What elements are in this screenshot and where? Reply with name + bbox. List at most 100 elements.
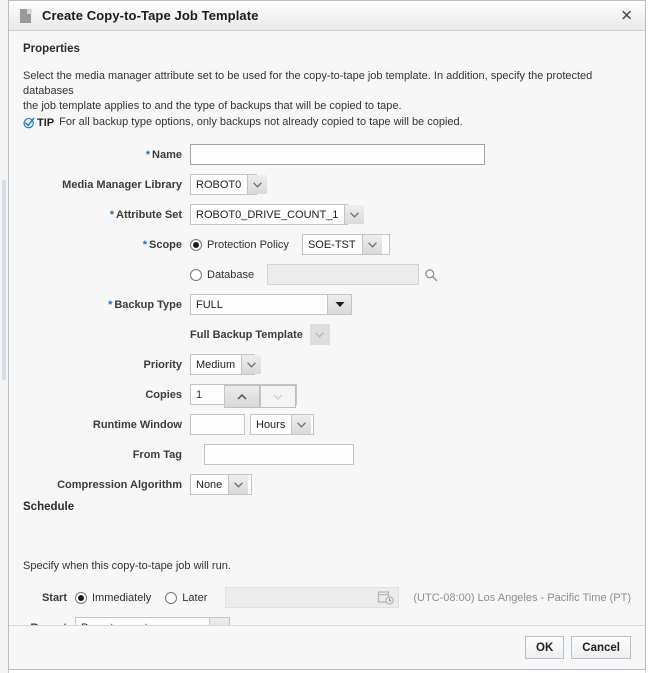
database-input[interactable] [267,264,420,285]
scope-database-spacer [23,269,190,281]
properties-section: Properties Select the media manager attr… [9,31,645,513]
backup-type-value: FULL [196,298,223,311]
cancel-button[interactable]: Cancel [571,636,631,659]
radio-selected-icon[interactable] [190,238,202,251]
full-backup-template-select[interactable] [309,324,330,345]
attribute-set-select[interactable]: ROBOT0_DRIVE_COUNT_1 [190,204,365,225]
dialog-title: Create Copy-to-Tape Job Template [42,8,259,23]
field-row-priority: Priority Medium [23,354,631,375]
copies-stepper[interactable]: 1 [190,384,297,408]
scope-radio-protection-policy[interactable]: Protection Policy [190,238,289,251]
tip-row: TIP For all backup type options, only ba… [23,115,631,130]
runtime-window-unit-value: Hours [256,418,286,431]
compression-algorithm-select[interactable]: None [190,474,252,495]
tip-label: TIP [37,116,55,129]
field-row-media-manager-library: Media Manager Library ROBOT0 [23,174,631,195]
field-row-start: Start Immediately Later (UTC-08:00) Los … [23,587,631,608]
media-manager-library-value: ROBOT0 [196,178,242,191]
repeat-label: Repeat [23,622,75,626]
scrollbar-thumb[interactable] [2,180,6,380]
ok-button[interactable]: OK [525,636,565,659]
runtime-window-input[interactable] [190,414,245,435]
from-tag-label: From Tag [132,448,182,461]
chevron-down-icon[interactable] [247,175,268,194]
priority-select[interactable]: Medium [190,354,262,375]
repeat-select[interactable]: Do not repeat [75,617,230,625]
protection-policy-select[interactable]: SOE-TST [301,234,390,255]
properties-description-line2: the job template applies to and the type… [23,100,402,112]
chevron-down-icon[interactable] [228,475,249,494]
create-copy-to-tape-job-template-dialog: Create Copy-to-Tape Job Template ✕ Prope… [8,0,646,670]
scope-database-label: Database [207,268,255,281]
field-row-backup-type: * Backup Type FULL [23,294,631,315]
repeat-value: Do not repeat [76,618,209,626]
chevron-down-icon[interactable] [361,235,382,254]
required-marker: * [109,208,114,221]
field-row-scope-database: Database [23,264,631,285]
field-row-scope-protection-policy: * Scope Protection Policy SOE-TST [23,234,631,255]
close-icon[interactable]: ✕ [620,8,633,23]
magnifier-icon[interactable] [424,268,438,282]
full-backup-template-spacer [23,329,190,341]
from-tag-input[interactable] [204,444,354,465]
start-datetime-input[interactable] [226,588,378,607]
dialog-footer: OK Cancel [9,625,645,669]
start-label: Start [41,591,67,604]
field-row-from-tag: From Tag [23,444,631,465]
timezone-text: (UTC-08:00) Los Angeles - Pacific Time (… [413,591,631,604]
backup-type-label: * Backup Type [108,298,182,311]
attribute-set-label: * Attribute Set [109,208,182,221]
field-row-full-backup-template: Full Backup Template [23,324,631,345]
required-marker: * [108,298,113,311]
protection-policy-value: SOE-TST [307,238,356,251]
chevron-down-icon[interactable] [344,205,365,224]
scope-label: * Scope [142,238,182,251]
media-manager-library-label: Media Manager Library [62,178,182,191]
required-marker: * [142,238,147,251]
calendar-clock-icon[interactable] [377,590,395,606]
priority-value: Medium [196,358,236,371]
chevron-down-icon[interactable] [209,618,229,625]
field-row-name: * Name [23,144,631,165]
scope-protection-policy-label: Protection Policy [207,238,289,251]
stepper-up-icon[interactable] [224,385,260,408]
runtime-window-unit-select[interactable]: Hours [250,414,314,435]
field-row-compression-algorithm: Compression Algorithm None [23,474,631,495]
schedule-description: Specify when this copy-to-tape job will … [23,560,231,572]
tip-text: For all backup type options, only backup… [59,116,463,128]
chevron-down-icon[interactable] [327,295,351,314]
dialog-titlebar[interactable]: Create Copy-to-Tape Job Template ✕ [9,1,645,31]
schedule-section: Specify when this copy-to-tape job will … [9,559,645,625]
stepper-down-icon [260,385,296,408]
field-row-runtime-window: Runtime Window Hours [23,414,631,435]
full-backup-template-label: Full Backup Template [190,328,303,341]
media-manager-library-select[interactable]: ROBOT0 [190,174,268,195]
priority-label: Priority [143,358,182,371]
name-label: * Name [145,148,182,161]
required-marker: * [145,148,151,161]
start-radio-immediately[interactable]: Immediately [75,591,152,604]
chevron-down-icon[interactable] [241,355,262,374]
chevron-down-icon [310,325,329,344]
start-datetime-field[interactable] [225,587,400,608]
tape-document-icon [19,8,33,24]
scope-radio-database[interactable]: Database [190,268,255,281]
runtime-window-label: Runtime Window [92,418,182,431]
start-immediately-label: Immediately [92,591,152,604]
backup-type-select[interactable]: FULL [190,294,352,315]
tip-check-icon [23,116,35,128]
copies-label: Copies [145,388,182,401]
field-row-attribute-set: * Attribute Set ROBOT0_DRIVE_COUNT_1 [23,204,631,225]
start-radio-later[interactable]: Later [165,591,207,604]
attribute-set-value: ROBOT0_DRIVE_COUNT_1 [196,208,339,221]
radio-selected-icon[interactable] [75,591,87,604]
copies-value[interactable]: 1 [191,385,224,404]
field-row-copies: Copies 1 [23,384,631,408]
dialog-body: Properties Select the media manager attr… [9,31,645,625]
chevron-down-icon[interactable] [291,415,312,434]
field-row-repeat: Repeat Do not repeat [23,617,631,625]
schedule-heading: Schedule [23,501,75,513]
radio-unselected-icon[interactable] [165,591,178,604]
radio-unselected-icon[interactable] [190,268,202,281]
name-input[interactable] [190,144,485,165]
